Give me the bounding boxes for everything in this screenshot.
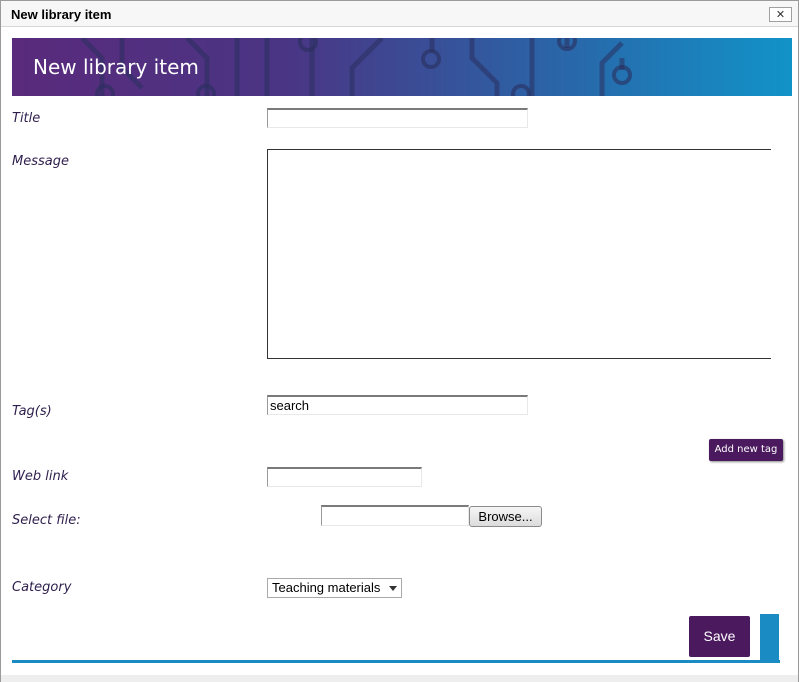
tags-input[interactable] xyxy=(267,395,528,415)
dialog-titlebar: New library item ✕ xyxy=(1,1,798,27)
title-input[interactable] xyxy=(267,108,528,128)
dialog-window: New library item ✕ New library item Titl… xyxy=(0,0,799,682)
close-icon[interactable]: ✕ xyxy=(769,7,792,22)
footer-divider xyxy=(12,660,780,663)
banner-title: New library item xyxy=(33,55,199,79)
select-file-label: Select file: xyxy=(12,513,81,528)
tags-label: Tag(s) xyxy=(12,404,52,419)
message-label: Message xyxy=(12,154,69,169)
weblink-label: Web link xyxy=(12,469,69,484)
save-button[interactable]: Save xyxy=(689,616,750,657)
browse-button[interactable]: Browse... xyxy=(469,506,542,527)
accent-tab xyxy=(760,614,779,661)
weblink-input[interactable] xyxy=(267,467,422,487)
dialog-title: New library item xyxy=(11,7,112,22)
category-select[interactable]: Teaching materials xyxy=(267,578,402,598)
title-label: Title xyxy=(12,111,41,126)
header-banner: New library item xyxy=(12,38,792,96)
chevron-down-icon xyxy=(389,586,397,591)
dialog-footer-strip xyxy=(1,675,798,682)
file-path-field[interactable] xyxy=(321,505,469,526)
add-new-tag-button[interactable]: Add new tag xyxy=(709,439,783,461)
message-textarea[interactable] xyxy=(267,149,771,359)
category-selected-value: Teaching materials xyxy=(272,580,381,595)
category-label: Category xyxy=(12,580,72,595)
